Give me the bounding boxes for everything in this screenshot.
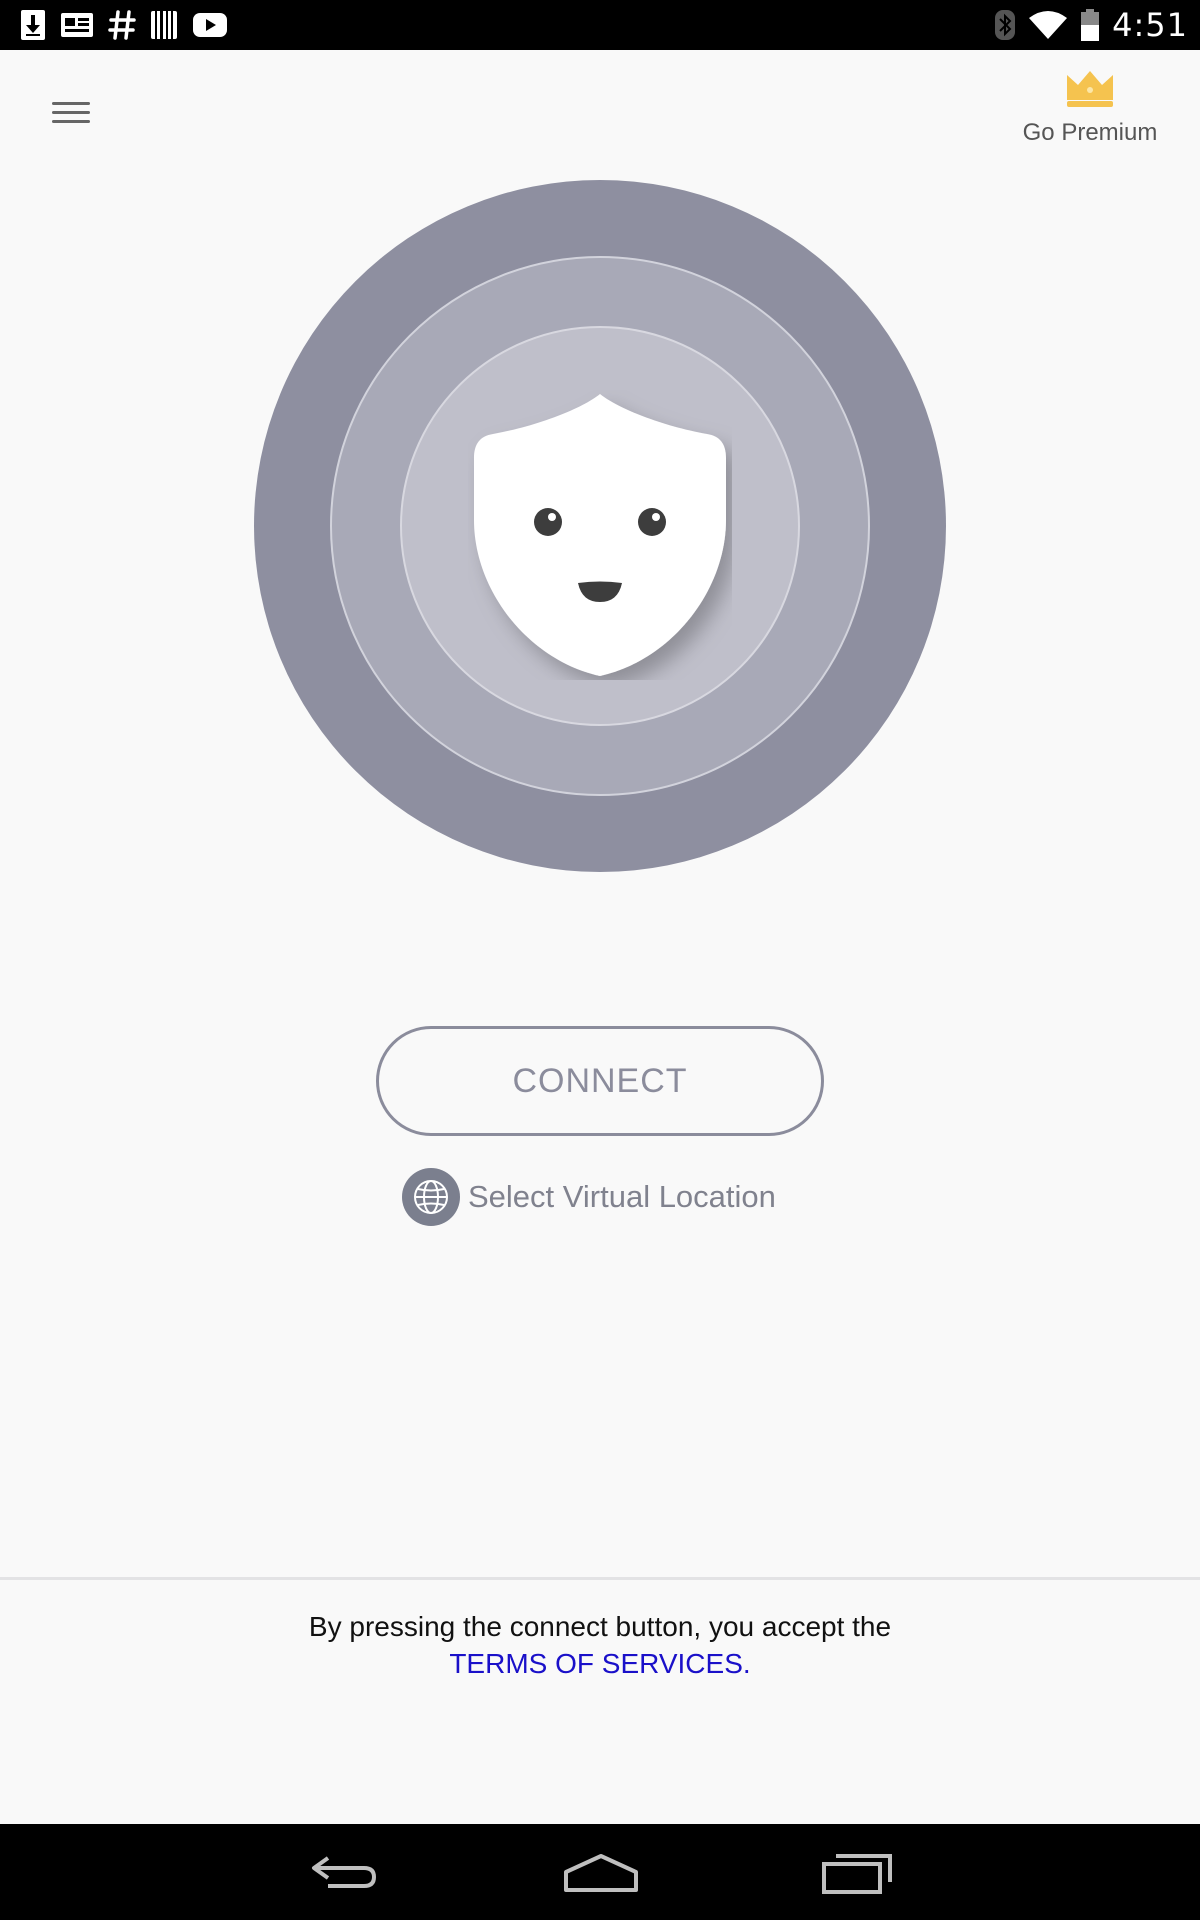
connect-button[interactable]: CONNECT <box>376 1026 824 1136</box>
status-bar: 4:51 <box>0 0 1200 50</box>
home-icon <box>564 1854 638 1892</box>
back-button[interactable] <box>300 1844 390 1900</box>
recents-button[interactable] <box>812 1844 902 1900</box>
go-premium-label: Go Premium <box>1022 119 1158 146</box>
shield-mascot-icon <box>474 394 726 676</box>
crown-icon <box>1067 71 1113 107</box>
vpn-status-indicator[interactable] <box>254 180 946 872</box>
youtube-icon <box>193 13 227 37</box>
hash-icon <box>108 10 136 40</box>
clock: 4:51 <box>1112 6 1188 44</box>
select-location-button[interactable]: Select Virtual Location <box>402 1168 776 1226</box>
battery-icon <box>1081 9 1100 41</box>
notification-icons <box>20 8 228 42</box>
back-icon <box>312 1856 377 1888</box>
menu-button[interactable] <box>46 96 96 138</box>
terms-notice: By pressing the connect button, you acce… <box>308 1611 892 1642</box>
go-premium-button[interactable]: Go Premium <box>1010 68 1170 168</box>
terms-of-service-link[interactable]: TERMS OF SERVICES. <box>0 1648 1200 1680</box>
hamburger-menu-icon <box>46 102 96 123</box>
wifi-icon <box>1029 11 1068 39</box>
globe-icon <box>402 1168 460 1226</box>
divider <box>0 1577 1200 1580</box>
navigation-bar <box>0 1824 1200 1920</box>
select-location-label: Select Virtual Location <box>468 1179 776 1214</box>
app-screen: Go Premium CONNECT Select Virtual Locati… <box>0 50 1200 1824</box>
recents-icon <box>822 1854 892 1894</box>
system-icons: 4:51 <box>994 6 1188 44</box>
bluetooth-icon <box>995 10 1016 40</box>
barcode-icon <box>151 11 177 39</box>
news-icon <box>61 13 93 37</box>
download-icon <box>21 10 45 40</box>
home-button[interactable] <box>556 1844 646 1900</box>
